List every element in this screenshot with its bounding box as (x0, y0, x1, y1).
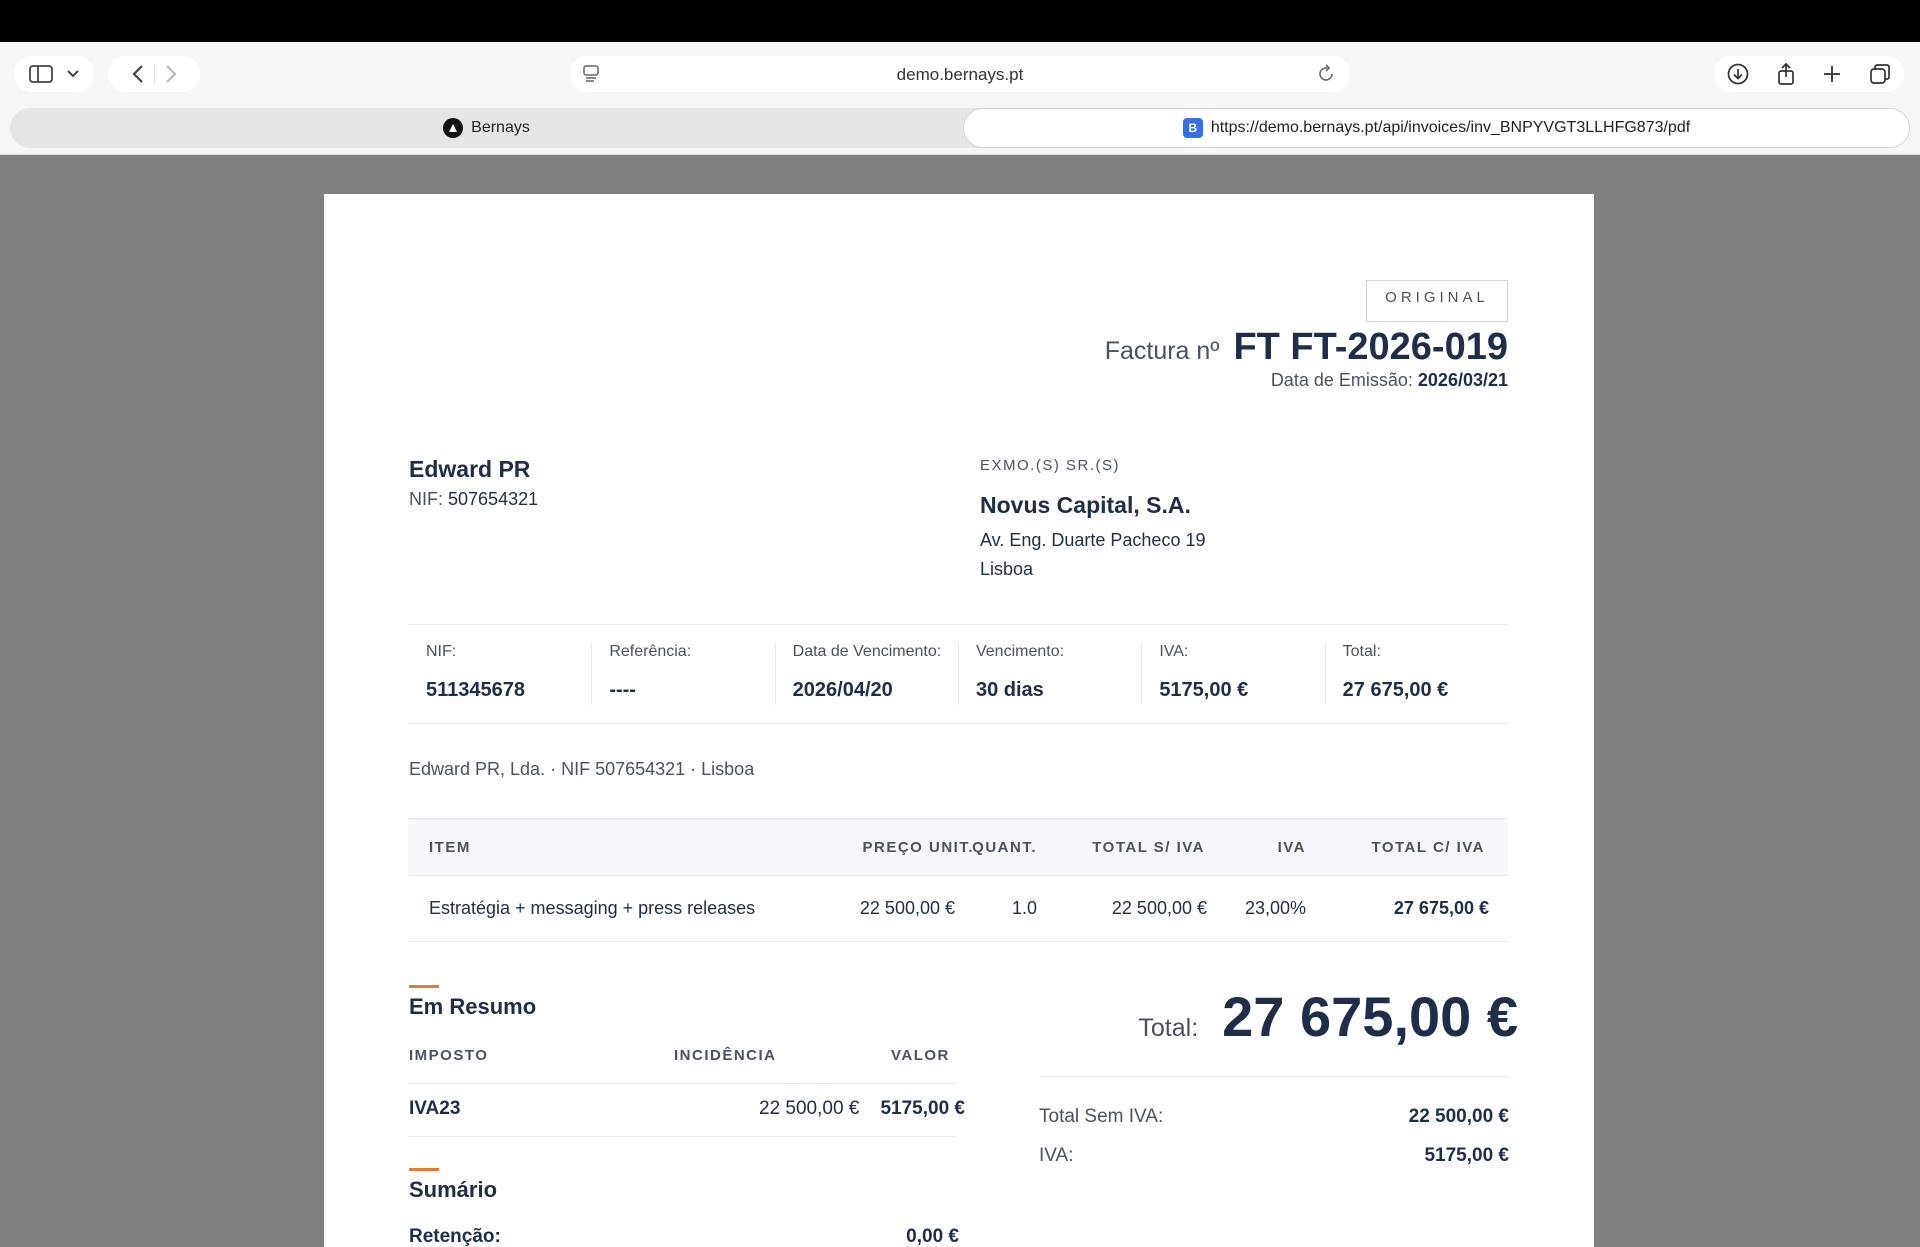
invoice-meta-row: NIF: 511345678 Referência: ---- Data de Ve… (408, 624, 1508, 724)
meta-reference: Referência: ---- (591, 625, 774, 723)
browser-toolbar: demo.bernays.pt Bernays B https://demo.b… (0, 42, 1920, 155)
tax-value: 5175,00 € (880, 1098, 965, 1119)
col-item: ITEM (429, 839, 471, 856)
tax-col-base: INCIDÊNCIA (674, 1047, 777, 1064)
total-no-vat-row: Total Sem IVA: 22 500,00 € (1039, 1106, 1509, 1128)
invoice-page: ORIGINAL Factura nº FT FT-2026-019 Data … (324, 194, 1594, 1247)
summary-title: Em Resumo (409, 994, 537, 1019)
cell-total-no-vat: 22 500,00 € (1111, 898, 1207, 918)
seller-nif: NIF: 507654321 (409, 489, 538, 510)
sumario-accent (409, 1168, 439, 1171)
total-no-vat-value: 22 500,00 € (1408, 1106, 1509, 1127)
vat-total-label: IVA: (1039, 1145, 1074, 1166)
share-icon[interactable] (1776, 62, 1796, 86)
cell-item: Estratégia + messaging + press releases (429, 898, 756, 918)
tab-bar: Bernays B https://demo.bernays.pt/api/in… (10, 108, 1910, 148)
items-table: ITEM PREÇO UNIT. QUANT. TOTAL S/ IVA IVA… (408, 818, 1508, 942)
tax-col-tax: IMPOSTO (409, 1047, 489, 1064)
invoice-number: FT FT-2026-019 (1233, 326, 1508, 368)
cell-vat: 23,00% (1244, 898, 1306, 918)
retention-row: Retenção: 0,00 € (409, 1226, 959, 1247)
meta-nif: NIF: 511345678 (426, 643, 526, 701)
bernays-favicon-icon: B (1182, 118, 1203, 138)
seller-footer-line: Edward PR, Lda. · NIF 507654321 · Lisboa (409, 759, 755, 779)
tab-label: https://demo.bernays.pt/api/invoices/inv… (1210, 119, 1691, 136)
original-badge: ORIGINAL (1366, 280, 1508, 322)
download-icon[interactable] (1727, 63, 1749, 85)
cell-total-vat: 27 675,00 € (1393, 898, 1489, 918)
total-no-vat-label: Total Sem IVA: (1039, 1106, 1164, 1127)
bernays-logo-icon (443, 118, 464, 138)
sidebar-toggle-button[interactable] (14, 56, 94, 92)
col-total-no-vat: TOTAL S/ IVA (1092, 839, 1205, 856)
col-vat: IVA (1277, 839, 1306, 856)
reload-icon[interactable] (1318, 63, 1336, 83)
seller-nif-value: 507654321 (448, 489, 539, 509)
address-bar[interactable]: demo.bernays.pt (570, 56, 1350, 92)
tab-bernays[interactable]: Bernays (10, 108, 963, 148)
tax-row: IVA23 22 500,00 € 5175,00 € (408, 1083, 965, 1137)
table-row: Estratégia + messaging + press releases … (408, 876, 1508, 942)
new-tab-icon[interactable] (1822, 64, 1842, 84)
invoice-title: Factura nº FT FT-2026-019 (1105, 326, 1508, 369)
issue-date-value: 2026/03/21 (1417, 370, 1508, 390)
chevron-down-icon (67, 70, 79, 78)
vat-total-value: 5175,00 € (1424, 1145, 1509, 1166)
seller-nif-label: NIF: (409, 489, 443, 509)
invoice-title-label: Factura nº (1104, 337, 1220, 365)
col-unit-price: PREÇO UNIT. (862, 839, 974, 856)
sumario-title: Sumário (409, 1177, 498, 1202)
tax-col-value: VALOR (891, 1047, 950, 1064)
navigation-buttons (108, 56, 200, 92)
client-name: Novus Capital, S.A. (980, 492, 1191, 518)
client-salutation: EXMO.(S) SR.(S) (980, 457, 1121, 474)
seller-name: Edward PR (409, 456, 531, 482)
meta-terms: Vencimento: 30 dias (957, 625, 1141, 723)
summary-accent (409, 985, 439, 988)
tax-name: IVA23 (409, 1098, 461, 1119)
grand-total-label: Total: (1138, 1014, 1199, 1042)
client-address-line: Lisboa (980, 559, 1034, 579)
tax-base: 22 500,00 € (759, 1098, 860, 1119)
retention-value: 0,00 € (906, 1226, 959, 1247)
tab-invoice-pdf[interactable]: B https://demo.bernays.pt/api/invoices/i… (963, 108, 1910, 148)
sidebar-icon (29, 65, 53, 83)
col-total-vat: TOTAL C/ IVA (1371, 839, 1485, 856)
issue-date-label: Data de Emissão: (1270, 370, 1413, 390)
issue-date: Data de Emissão: 2026/03/21 (1271, 370, 1508, 391)
items-table-header: ITEM PREÇO UNIT. QUANT. TOTAL S/ IVA IVA… (408, 818, 1508, 876)
client-address-line: Av. Eng. Duarte Pacheco 19 (980, 530, 1206, 550)
retention-label: Retenção: (409, 1226, 501, 1247)
meta-total: Total: 27 675,00 € (1324, 625, 1508, 723)
back-icon[interactable] (131, 64, 144, 84)
col-qty: QUANT. (972, 839, 1037, 856)
tab-label: Bernays (471, 119, 530, 136)
cell-qty: 1.0 (1011, 898, 1037, 918)
forward-icon[interactable] (165, 64, 177, 84)
totals-divider (1039, 1076, 1509, 1077)
address-text: demo.bernays.pt (896, 65, 1024, 84)
tab-overview-icon[interactable] (1869, 63, 1891, 85)
grand-total-value: 27 675,00 € (1222, 985, 1518, 1048)
client-address: Av. Eng. Duarte Pacheco 19 Lisboa (980, 526, 1205, 584)
meta-due-date: Data de Vencimento: 2026/04/20 (774, 625, 958, 723)
cell-unit-price: 22 500,00 € (859, 898, 955, 918)
vat-total-row: IVA: 5175,00 € (1039, 1145, 1509, 1167)
system-menu-bar (0, 0, 1920, 42)
meta-vat: IVA: 5175,00 € (1141, 625, 1324, 723)
toolbar-right (1714, 56, 1904, 92)
grand-total: Total: 27 675,00 € (1138, 984, 1518, 1049)
